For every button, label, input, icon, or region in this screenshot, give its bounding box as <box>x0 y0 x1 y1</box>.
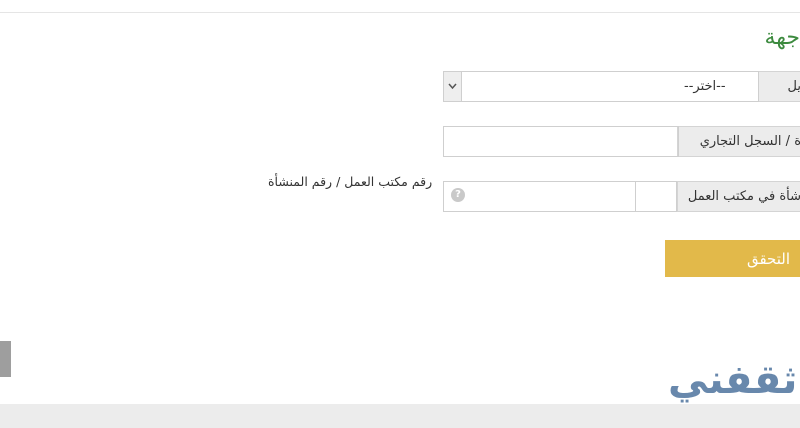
field-label-type: يل <box>757 71 800 102</box>
verify-button[interactable]: التحقق <box>665 240 800 277</box>
top-divider <box>0 12 800 13</box>
commercial-register-input[interactable] <box>443 126 679 157</box>
help-icon[interactable]: ? <box>451 188 465 202</box>
select-selected-value: --اختر-- <box>684 79 726 94</box>
field-label-labor-office: شأة في مكتب العمل <box>677 181 800 212</box>
section-title: جهة <box>764 25 800 50</box>
type-select[interactable]: --اختر-- <box>443 71 759 102</box>
chevron-down-icon[interactable] <box>444 72 462 101</box>
establishment-number-input[interactable] <box>443 181 636 212</box>
side-scroll-handle[interactable] <box>0 341 11 377</box>
footer-band <box>0 404 800 428</box>
labor-office-number-input[interactable] <box>634 181 677 212</box>
field-hint: رقم مكتب العمل / رقم المنشأة <box>268 174 433 189</box>
watermark-logo: ثقفني <box>668 357 798 403</box>
field-label-commercial-register: ة / السجل التجاري <box>677 126 800 157</box>
